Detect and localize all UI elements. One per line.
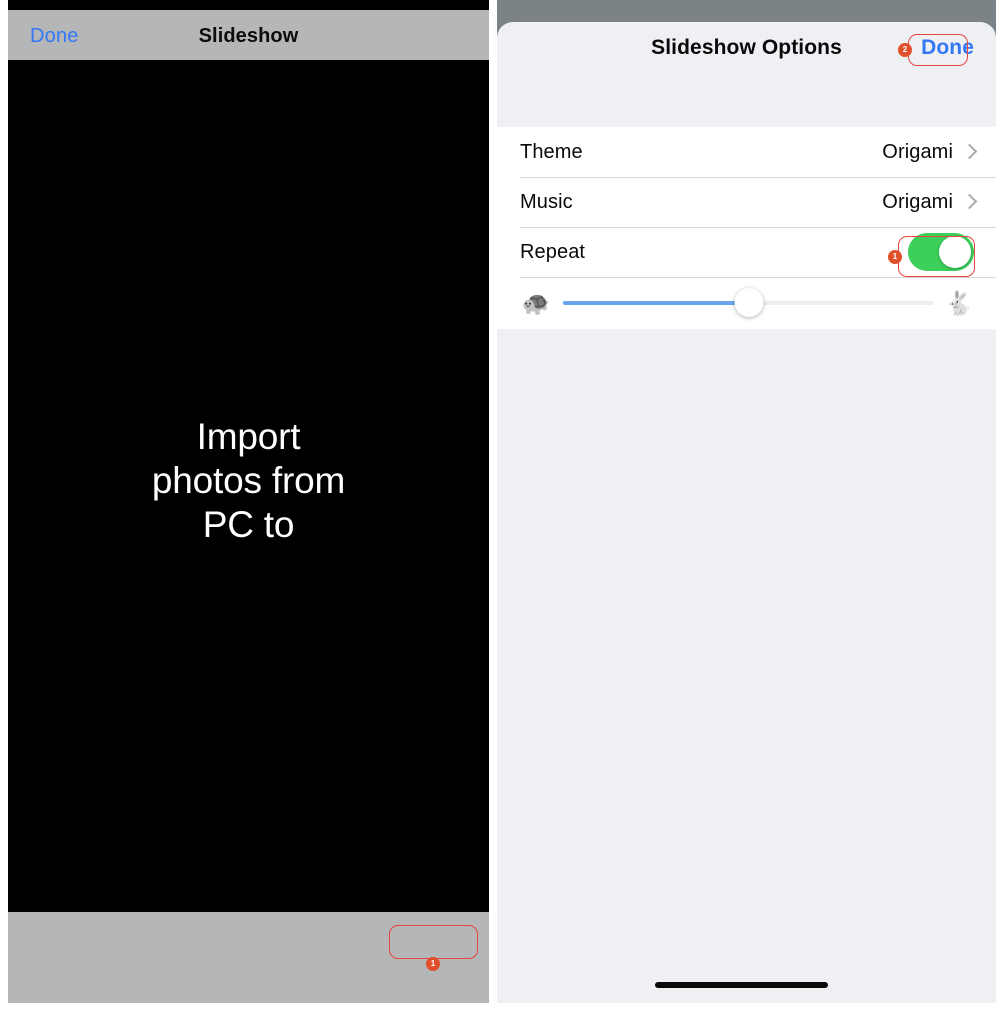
slider-thumb[interactable]	[734, 288, 763, 317]
left-navigation-bar: Done Slideshow	[8, 10, 489, 60]
row-music-label: Music	[520, 190, 573, 213]
slideshow-options-sheet: Slideshow Options Done Theme Origami Mus…	[497, 22, 996, 1003]
repeat-toggle[interactable]	[908, 233, 974, 271]
left-bottom-toolbar: Options	[8, 912, 489, 1003]
right-phone-screen: Slideshow Options Done Theme Origami Mus…	[497, 0, 996, 1003]
options-list: Theme Origami Music Origami Repeat 🐢 🐇	[497, 127, 996, 329]
row-repeat: Repeat	[497, 227, 996, 277]
slide-text-line-3: PC to	[202, 504, 295, 545]
slideshow-stage[interactable]: Import photos from PC to	[8, 60, 489, 912]
speed-slider[interactable]	[563, 288, 934, 318]
slide-text-line-1: Import	[196, 416, 301, 457]
row-speed-slider: 🐢 🐇	[497, 277, 996, 329]
left-phone-screen: Done Slideshow Import photos from PC to …	[8, 0, 489, 1003]
slider-fill	[563, 301, 749, 305]
home-indicator	[655, 982, 828, 988]
rabbit-icon: 🐇	[944, 289, 974, 316]
row-music-value: Origami	[882, 190, 953, 213]
annotation-badge-options: 1	[426, 957, 440, 971]
row-repeat-label: Repeat	[520, 240, 586, 263]
row-theme-label: Theme	[520, 140, 583, 163]
row-music[interactable]: Music Origami	[497, 177, 996, 227]
sheet-header: Slideshow Options Done	[497, 22, 996, 127]
toggle-knob	[939, 236, 971, 268]
chevron-right-icon	[963, 191, 976, 213]
row-theme-value: Origami	[882, 140, 953, 163]
row-theme[interactable]: Theme Origami	[497, 127, 996, 177]
annotation-badge-done: 2	[898, 43, 912, 57]
sheet-empty-area	[497, 335, 996, 1003]
page-title: Slideshow	[198, 25, 299, 47]
done-button[interactable]: Done	[921, 36, 974, 60]
slide-text-line-2: photos from	[151, 460, 346, 501]
annotation-badge-repeat-toggle: 1	[888, 250, 902, 264]
tortoise-icon: 🐢	[521, 289, 551, 316]
slide-text-block: Import photos from PC to	[8, 415, 489, 547]
chevron-right-icon	[963, 141, 976, 163]
